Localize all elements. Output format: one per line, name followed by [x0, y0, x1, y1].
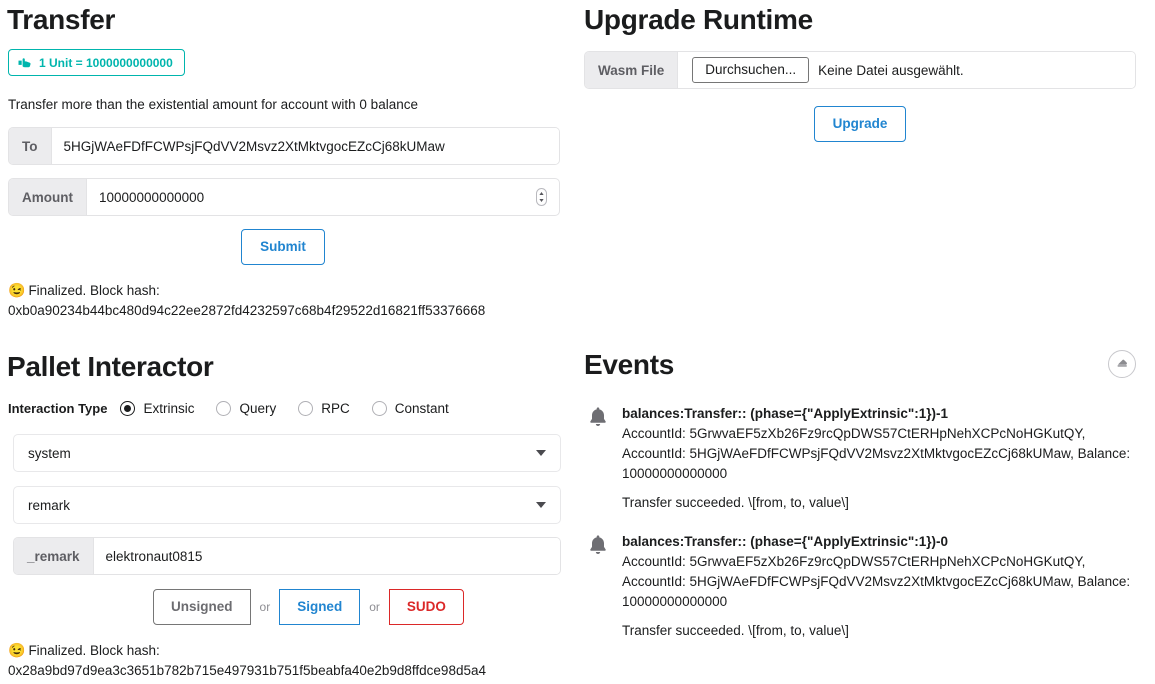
- pallet-select[interactable]: system: [13, 434, 561, 472]
- event-body: balances:Transfer:: (phase={"ApplyExtrin…: [622, 404, 1136, 514]
- event-body: balances:Transfer:: (phase={"ApplyExtrin…: [622, 532, 1136, 642]
- unit-badge: 1 Unit = 1000000000000: [8, 49, 185, 76]
- transfer-status-emoji: 😉: [8, 282, 26, 298]
- submit-row: Submit: [7, 229, 559, 265]
- radio-extrinsic-label: Extrinsic: [143, 401, 195, 416]
- chevron-down-icon: [536, 450, 546, 456]
- pointing-hand-icon: [18, 56, 32, 69]
- transfer-status-text: Finalized. Block hash:: [28, 283, 160, 298]
- remark-input[interactable]: elektronaut0815: [93, 538, 560, 574]
- chevron-down-icon-2: [536, 502, 546, 508]
- amount-stepper[interactable]: [533, 179, 549, 215]
- pallet-status-emoji: 😉: [8, 642, 26, 658]
- to-input[interactable]: 5HGjWAeFDfFCWPsjFQdVV2Msvz2XtMktvgocEZcC…: [51, 128, 559, 164]
- transfer-title: Transfer: [7, 4, 116, 35]
- eraser-icon: [1116, 356, 1129, 372]
- bell-icon: [584, 406, 608, 433]
- sudo-button[interactable]: SUDO: [388, 589, 464, 625]
- signed-button[interactable]: Signed: [279, 589, 361, 625]
- radio-rpc-label: RPC: [321, 401, 350, 416]
- remark-input-group[interactable]: _remark elektronaut0815: [13, 537, 561, 575]
- pallet-select-value: system: [28, 445, 71, 461]
- event-title: balances:Transfer:: (phase={"ApplyExtrin…: [622, 406, 949, 421]
- or-separator-2: or: [369, 599, 380, 614]
- upgrade-runtime-title: Upgrade Runtime: [584, 4, 813, 35]
- wasm-file-group[interactable]: Wasm File Durchsuchen... Keine Datei aus…: [584, 51, 1136, 89]
- bell-icon: [584, 534, 608, 561]
- pallet-status: 😉 Finalized. Block hash: 0x28a9bd97d9ea3c…: [8, 640, 560, 682]
- event-title: balances:Transfer:: (phase={"ApplyExtrin…: [622, 534, 949, 549]
- upgrade-button[interactable]: Upgrade: [813, 106, 907, 142]
- amount-input-group[interactable]: Amount 10000000000000: [8, 178, 560, 216]
- radio-rpc[interactable]: RPC: [298, 401, 350, 416]
- event-meta: AccountId: 5GrwvaEF5zXb26Fz9rcQpDWS57CtE…: [622, 553, 1131, 610]
- radio-constant[interactable]: Constant: [371, 401, 449, 416]
- radio-query-label: Query: [239, 401, 277, 416]
- submit-button[interactable]: Submit: [241, 229, 325, 265]
- or-separator-1: or: [259, 599, 271, 614]
- radio-extrinsic-dot[interactable]: [120, 401, 136, 416]
- transfer-status-hash: 0xb0a90234b44bc480d94c22ee2872fd4232597c…: [8, 303, 486, 319]
- app-root: Transfer 1 Unit = 1000000000000 Transfer…: [0, 0, 1155, 684]
- amount-label: Amount: [9, 179, 87, 215]
- list-item: balances:Transfer:: (phase={"ApplyExtrin…: [584, 404, 1136, 514]
- to-input-group[interactable]: To 5HGjWAeFDfFCWPsjFQdVV2Msvz2XtMktvgocE…: [8, 127, 560, 165]
- radio-extrinsic[interactable]: Extrinsic: [120, 401, 194, 416]
- upgrade-row: Upgrade: [584, 106, 1136, 142]
- event-description: Transfer succeeded. \[from, to, value\]: [622, 623, 849, 639]
- interaction-type-row: Interaction Type Extrinsic Query RPC Con…: [8, 401, 471, 416]
- list-item: balances:Transfer:: (phase={"ApplyExtrin…: [584, 532, 1136, 642]
- radio-query-dot[interactable]: [216, 401, 232, 416]
- radio-constant-label: Constant: [394, 401, 449, 416]
- interaction-type-label: Interaction Type: [8, 401, 108, 416]
- pallet-interactor-title: Pallet Interactor: [7, 351, 214, 382]
- callable-select[interactable]: remark: [13, 486, 561, 524]
- file-status-text: Keine Datei ausgewählt.: [818, 62, 964, 78]
- remark-label: _remark: [14, 538, 94, 574]
- radio-constant-dot[interactable]: [371, 401, 387, 416]
- to-label: To: [9, 128, 52, 164]
- event-description: Transfer succeeded. \[from, to, value\]: [622, 495, 849, 511]
- radio-rpc-dot[interactable]: [298, 401, 314, 416]
- transfer-helper-text: Transfer more than the existential amoun…: [8, 97, 418, 112]
- event-meta: AccountId: 5GrwvaEF5zXb26Fz9rcQpDWS57CtE…: [622, 425, 1131, 482]
- wasm-file-label: Wasm File: [585, 52, 679, 88]
- events-header: Events: [584, 349, 1136, 381]
- wasm-file-input[interactable]: Durchsuchen... Keine Datei ausgewählt.: [678, 52, 1135, 88]
- amount-input[interactable]: 10000000000000: [87, 179, 533, 215]
- radio-query[interactable]: Query: [216, 401, 276, 416]
- callable-select-value: remark: [28, 497, 71, 513]
- unit-badge-label: 1 Unit = 1000000000000: [39, 55, 173, 70]
- events-title: Events: [584, 349, 675, 380]
- pallet-status-hash: 0x28a9bd97d9ea3c3651b782b715e497931b751f…: [8, 663, 486, 679]
- clear-events-button[interactable]: [1108, 350, 1136, 378]
- transfer-status: 😉 Finalized. Block hash: 0xb0a90234b44bc4…: [8, 280, 560, 322]
- browse-button[interactable]: Durchsuchen...: [692, 57, 810, 83]
- unsigned-button[interactable]: Unsigned: [153, 589, 251, 625]
- signing-button-group: Unsigned or Signed or SUDO: [153, 589, 464, 625]
- pallet-status-text: Finalized. Block hash:: [28, 643, 160, 658]
